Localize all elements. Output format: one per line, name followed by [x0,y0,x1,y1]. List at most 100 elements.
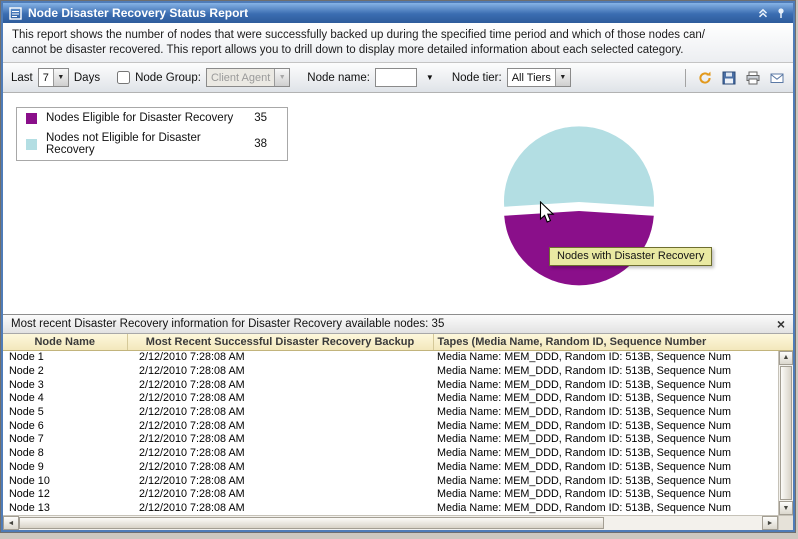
backup-time-cell: 2/12/2010 7:28:08 AM [139,351,245,364]
table-row[interactable]: Node 1 2/12/2010 7:28:08 AM Media Name: ME… [3,351,778,365]
table-row[interactable]: Node 5 2/12/2010 7:28:08 AM Media Name: ME… [3,405,778,419]
chevron-down-icon: ▼ [554,69,570,86]
table-row[interactable]: Node 10 2/12/2010 7:28:08 AM Media Name: M… [3,474,778,488]
backup-time-cell: 2/12/2010 7:28:08 AM [139,433,245,446]
table-row[interactable]: Node 6 2/12/2010 7:28:08 AM Media Name: ME… [3,419,778,433]
backup-time-cell: 2/12/2010 7:28:08 AM [139,488,245,501]
table-row[interactable]: Node 13 2/12/2010 7:28:08 AM Media Name: M… [3,501,778,515]
tapes-cell: Media Name: MEM_DDD, Random ID: 513B, Se… [437,378,732,391]
backup-time-cell: 2/12/2010 7:28:08 AM [139,474,245,487]
detail-header: Most recent Disaster Recovery informatio… [3,315,793,334]
pie-slice-not-eligible[interactable] [504,126,654,207]
detail-header-text: Most recent Disaster Recovery informatio… [11,318,445,330]
horizontal-scroll-track[interactable] [604,516,762,530]
last-label: Last [11,71,33,84]
days-label: Days [73,71,101,84]
backup-time-cell: 2/12/2010 7:28:08 AM [139,460,245,473]
node-tier-label: Node tier: [451,71,502,84]
tapes-cell: Media Name: MEM_DDD, Random ID: 513B, Se… [437,392,732,405]
column-header-tapes[interactable]: Tapes (Media Name, Random ID, Sequence N… [433,334,793,351]
node-name-cell: Node 8 [9,447,44,460]
period-select-value: 7 [42,71,49,84]
title-bar: Node Disaster Recovery Status Report [3,3,793,23]
legend-color-not-eligible [26,138,37,150]
backup-time-cell: 2/12/2010 7:28:08 AM [139,501,245,514]
backup-time-cell: 2/12/2010 7:28:08 AM [139,447,245,460]
legend-item-not-eligible[interactable]: Nodes not Eligible for Disaster Recovery… [17,128,287,160]
node-name-cell: Node 9 [9,460,44,473]
node-name-cell: Node 6 [9,419,44,432]
node-group-checkbox[interactable] [117,71,131,84]
report-description-line2: cannot be disaster recovered. This repor… [12,44,684,57]
tapes-cell: Media Name: MEM_DDD, Random ID: 513B, Se… [437,406,732,419]
scrollbar-corner [778,516,793,530]
collapse-icon[interactable] [757,7,769,19]
save-icon[interactable] [721,70,737,86]
chevron-down-icon: ▼ [52,69,68,86]
legend-item-eligible[interactable]: Nodes Eligible for Disaster Recovery 35 [17,108,287,128]
node-name-cell: Node 13 [9,501,50,514]
filter-toolbar: Last 7 ▼ Days Node Group: Client Agent ▼… [3,63,793,93]
node-name-cell: Node 12 [9,488,50,501]
column-header-backup[interactable]: Most Recent Successful Disaster Recovery… [127,334,434,351]
node-tier-select-value: All Tiers [511,71,551,84]
node-name-cell: Node 5 [9,406,44,419]
report-window: Node Disaster Recovery Status Report Thi… [0,0,796,533]
node-name-cell: Node 1 [9,351,44,364]
node-name-cell: Node 2 [9,365,44,378]
print-icon[interactable] [745,70,761,86]
node-group-select-value: Client Agent [210,71,271,84]
table-row[interactable]: Node 9 2/12/2010 7:28:08 AM Media Name: ME… [3,460,778,474]
backup-time-cell: 2/12/2010 7:28:08 AM [139,419,245,432]
tapes-cell: Media Name: MEM_DDD, Random ID: 513B, Se… [437,351,732,364]
tapes-cell: Media Name: MEM_DDD, Random ID: 513B, Se… [437,419,732,432]
pin-icon[interactable] [775,7,787,19]
chart-area: Nodes Eligible for Disaster Recovery 35 … [3,93,793,314]
node-group-select[interactable]: Client Agent ▼ [205,68,291,87]
table-row[interactable]: Node 7 2/12/2010 7:28:08 AM Media Name: ME… [3,433,778,447]
refresh-icon[interactable] [697,70,713,86]
legend-color-eligible [26,112,37,124]
tapes-cell: Media Name: MEM_DDD, Random ID: 513B, Se… [437,474,732,487]
email-icon[interactable] [769,70,785,86]
scroll-up-icon[interactable]: ▲ [779,350,793,365]
column-header-node-name[interactable]: Node Name [3,334,128,351]
legend-value-eligible: 35 [254,112,267,124]
toolbar-actions [685,68,785,87]
node-name-cell: Node 7 [9,433,44,446]
table-row[interactable]: Node 12 2/12/2010 7:28:08 AM Media Name: M… [3,487,778,501]
scroll-left-icon[interactable]: ◄ [3,516,19,530]
node-name-input[interactable] [374,68,417,87]
legend-value-not-eligible: 38 [254,138,267,150]
vertical-scroll-thumb[interactable] [780,365,792,500]
table-body: Node 1 2/12/2010 7:28:08 AM Media Name: ME… [3,351,778,515]
tapes-cell: Media Name: MEM_DDD, Random ID: 513B, Se… [437,501,732,514]
report-icon [9,6,22,20]
node-name-dropdown-icon[interactable]: ▼ [425,73,435,82]
table-row[interactable]: Node 3 2/12/2010 7:28:08 AM Media Name: ME… [3,378,778,392]
toolbar-separator [685,68,686,87]
close-icon[interactable]: × [777,317,785,331]
table-row[interactable]: Node 4 2/12/2010 7:28:08 AM Media Name: ME… [3,392,778,406]
node-tier-select[interactable]: All Tiers ▼ [506,68,571,87]
report-description-line1: This report shows the number of nodes th… [12,29,705,41]
tapes-cell: Media Name: MEM_DDD, Random ID: 513B, Se… [437,447,732,460]
horizontal-scrollbar[interactable]: ◄ ► [3,515,793,530]
table-viewport: Node 1 2/12/2010 7:28:08 AM Media Name: ME… [3,350,778,515]
backup-time-cell: 2/12/2010 7:28:08 AM [139,392,245,405]
tapes-cell: Media Name: MEM_DDD, Random ID: 513B, Se… [437,365,732,378]
tapes-cell: Media Name: MEM_DDD, Random ID: 513B, Se… [437,433,732,446]
scroll-down-icon[interactable]: ▼ [779,501,793,515]
mouse-cursor-icon [539,200,555,229]
table-row[interactable]: Node 8 2/12/2010 7:28:08 AM Media Name: ME… [3,446,778,460]
chart-legend: Nodes Eligible for Disaster Recovery 35 … [16,107,288,161]
report-description: This report shows the number of nodes th… [3,23,793,63]
vertical-scrollbar[interactable]: ▲ ▼ [778,350,793,515]
scroll-right-icon[interactable]: ► [762,516,778,530]
table-row[interactable]: Node 2 2/12/2010 7:28:08 AM Media Name: ME… [3,364,778,378]
backup-time-cell: 2/12/2010 7:28:08 AM [139,406,245,419]
period-select[interactable]: 7 ▼ [37,68,69,87]
backup-time-cell: 2/12/2010 7:28:08 AM [139,378,245,391]
desktop-background: Node Disaster Recovery Status Report Thi… [0,0,798,539]
horizontal-scroll-thumb[interactable] [19,517,604,529]
